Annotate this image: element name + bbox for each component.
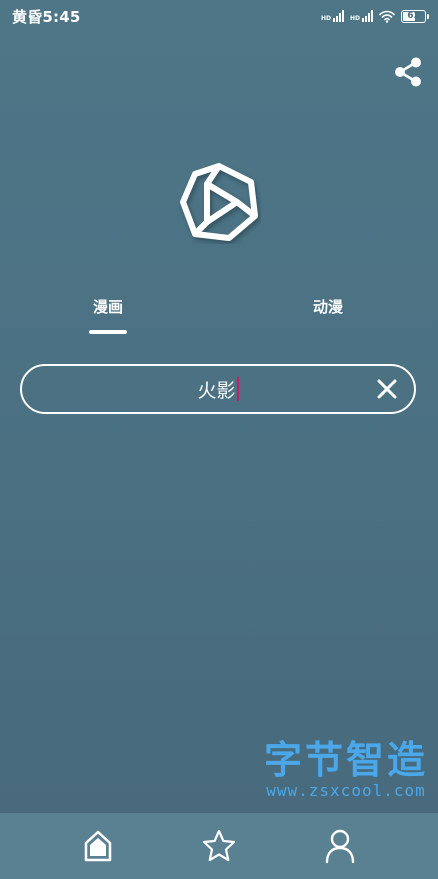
share-icon: [395, 57, 421, 87]
search-input[interactable]: 火影: [197, 376, 239, 403]
battery-level: 63: [407, 11, 420, 21]
bottom-nav: [0, 813, 438, 879]
clear-search-button[interactable]: [376, 378, 398, 400]
status-bar: 黄昏5:45 HD HD 63: [0, 0, 438, 32]
home-icon: [85, 830, 112, 862]
nav-home[interactable]: [80, 828, 116, 864]
search-value: 火影: [197, 379, 236, 402]
nav-favorites[interactable]: [201, 828, 237, 864]
star-icon: [202, 829, 236, 862]
active-tab-indicator: [89, 330, 127, 334]
watermark: 字节智造 www.zsxcool.com: [258, 738, 434, 800]
text-caret: [236, 377, 239, 401]
battery-icon: 63: [401, 9, 429, 23]
watermark-url: www.zsxcool.com: [266, 781, 426, 800]
wifi-icon: [379, 10, 395, 23]
share-button[interactable]: [392, 56, 424, 88]
nav-profile[interactable]: [322, 828, 358, 864]
signal-2-icon: HD: [350, 10, 373, 22]
signal-1-label: HD: [320, 15, 331, 22]
user-icon: [325, 829, 354, 864]
signal-1-icon: HD: [321, 10, 344, 22]
status-icons: HD HD 63: [321, 9, 429, 23]
signal-2-label: HD: [349, 15, 360, 22]
hexagon-play-logo: [180, 163, 258, 241]
watermark-title: 字节智造: [263, 738, 428, 782]
status-time: 黄昏5:45: [12, 7, 81, 26]
search-box[interactable]: 火影: [20, 364, 416, 414]
app-logo: [177, 160, 261, 244]
close-icon: [377, 379, 397, 399]
tab-manga[interactable]: 漫画: [84, 296, 132, 317]
tab-anime[interactable]: 动漫: [304, 296, 352, 317]
app-screen: 黄昏5:45 HD HD 63 漫画 动漫 火影 字节智造 www.zsxcoo…: [0, 0, 438, 879]
